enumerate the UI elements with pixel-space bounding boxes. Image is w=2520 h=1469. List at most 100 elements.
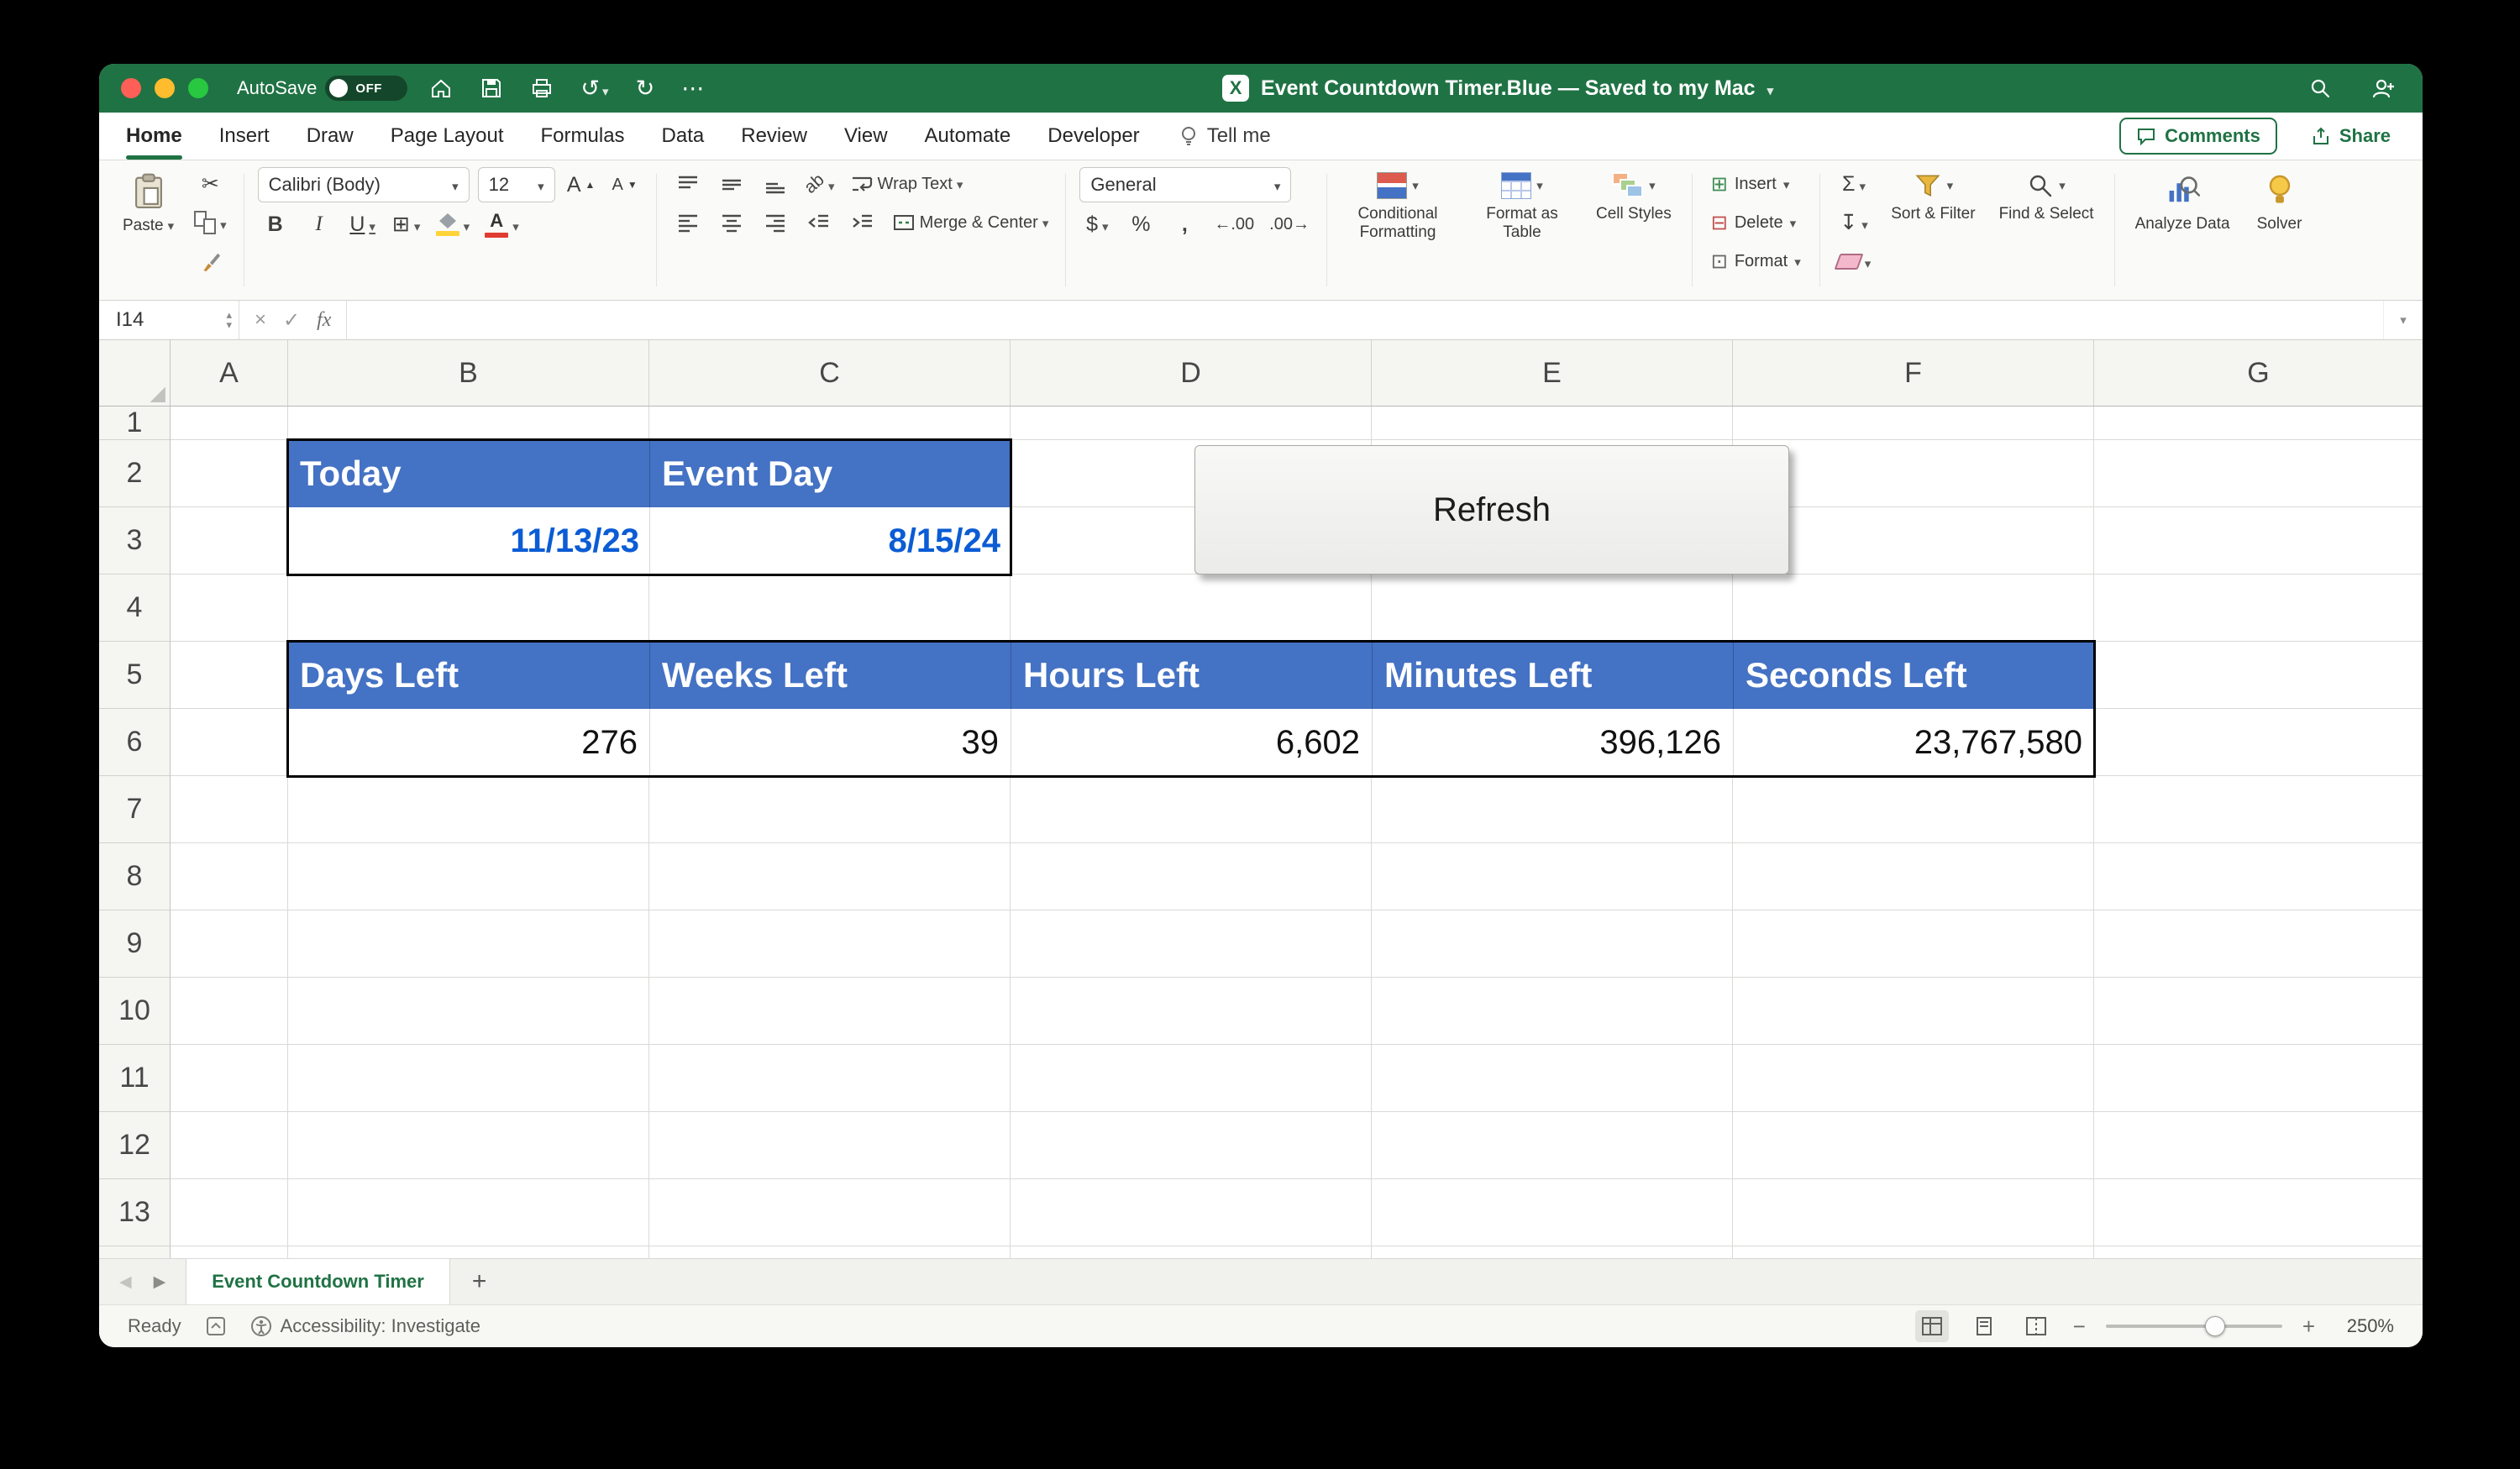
format-cells-button[interactable]: ⊡ Format <box>1706 244 1806 278</box>
borders-button[interactable]: ⊞ <box>389 207 424 241</box>
formula-input[interactable] <box>346 301 2383 339</box>
cell-c3-event-date[interactable]: 8/15/24 <box>649 507 1011 574</box>
bold-button[interactable]: B <box>258 207 293 241</box>
row-header-8[interactable]: 8 <box>99 843 170 910</box>
column-header-E[interactable]: E <box>1372 340 1733 406</box>
cell-d6-hours-left-value[interactable]: 6,602 <box>1011 709 1372 776</box>
row-header-6[interactable]: 6 <box>99 709 170 776</box>
row-header-2[interactable]: 2 <box>99 440 170 507</box>
find-select-button[interactable]: Find & Select <box>1992 167 2101 228</box>
row-header-11[interactable]: 11 <box>99 1045 170 1112</box>
solver-button[interactable]: Solver <box>2250 167 2309 293</box>
ribbon-tab-page-layout[interactable]: Page Layout <box>391 113 504 160</box>
page-break-view-button[interactable] <box>2019 1310 2053 1342</box>
row-header-3[interactable]: 3 <box>99 507 170 574</box>
macro-record-control[interactable] <box>205 1315 227 1337</box>
confirm-entry-icon[interactable]: ✓ <box>283 308 300 333</box>
column-header-G[interactable]: G <box>2094 340 2423 406</box>
underline-button[interactable]: U <box>345 207 381 241</box>
column-header-F[interactable]: F <box>1733 340 2094 406</box>
sort-filter-button[interactable]: Sort & Filter <box>1884 167 1982 228</box>
format-painter-button[interactable] <box>191 244 230 278</box>
autosave-control[interactable]: AutoSave OFF <box>237 76 408 101</box>
align-bottom-button[interactable] <box>758 167 793 201</box>
clear-button[interactable] <box>1834 244 1875 278</box>
insert-function-icon[interactable]: fx <box>317 309 331 332</box>
row-header-5[interactable]: 5 <box>99 642 170 709</box>
insert-cells-button[interactable]: ⊞ Insert <box>1706 167 1806 201</box>
cell-f6-seconds-left-value[interactable]: 23,767,580 <box>1733 709 2094 776</box>
print-button[interactable] <box>525 73 559 103</box>
ribbon-tab-developer[interactable]: Developer <box>1047 113 1139 160</box>
expand-formula-bar-button[interactable] <box>2383 301 2423 339</box>
cell-c2-event-day-header[interactable]: Event Day <box>649 440 1011 507</box>
cell-c5-weeks-left-header[interactable]: Weeks Left <box>649 642 1011 709</box>
document-title-area[interactable]: X Event Countdown Timer.Blue — Saved to … <box>726 75 2270 102</box>
paste-button[interactable]: Paste <box>116 167 181 240</box>
decrease-font-size-button[interactable]: A ▼ <box>607 168 643 202</box>
cell-b2-today-header[interactable]: Today <box>288 440 649 507</box>
font-size-select[interactable]: 12 <box>477 167 555 202</box>
row-header-13[interactable]: 13 <box>99 1179 170 1246</box>
cell-e5-minutes-left-header[interactable]: Minutes Left <box>1372 642 1733 709</box>
align-top-button[interactable] <box>670 167 706 201</box>
increase-font-size-button[interactable]: A ▲ <box>564 168 599 202</box>
zoom-slider-thumb[interactable] <box>2205 1316 2225 1336</box>
decrease-decimal-button[interactable]: .00→ <box>1266 207 1313 241</box>
cell-d5-hours-left-header[interactable]: Hours Left <box>1011 642 1372 709</box>
zoom-in-button[interactable]: + <box>2301 1314 2317 1340</box>
row-header-9[interactable]: 9 <box>99 910 170 978</box>
maximize-window-button[interactable] <box>188 78 208 98</box>
cancel-entry-icon[interactable]: × <box>255 308 266 332</box>
name-box-spinner[interactable]: ▴ ▾ <box>226 309 232 330</box>
row-header-4[interactable]: 4 <box>99 574 170 642</box>
save-button[interactable] <box>475 73 508 103</box>
percent-format-button[interactable]: % <box>1123 207 1158 241</box>
ribbon-tab-review[interactable]: Review <box>741 113 807 160</box>
cut-button[interactable]: ✂ <box>191 167 230 201</box>
column-header-D[interactable]: D <box>1011 340 1372 406</box>
comma-format-button[interactable]: , <box>1167 207 1202 241</box>
ribbon-tab-home[interactable]: Home <box>126 113 182 160</box>
row-header-10[interactable]: 10 <box>99 978 170 1045</box>
ribbon-tab-data[interactable]: Data <box>662 113 705 160</box>
increase-decimal-button[interactable]: ←.00 <box>1210 207 1257 241</box>
close-window-button[interactable] <box>121 78 141 98</box>
column-header-B[interactable]: B <box>288 340 649 406</box>
conditional-formatting-button[interactable]: Conditional Formatting <box>1341 167 1455 248</box>
zoom-level[interactable]: 250% <box>2335 1315 2394 1337</box>
fill-button[interactable]: ↧ <box>1834 206 1875 239</box>
analyze-data-button[interactable]: Analyze Data <box>2129 167 2237 293</box>
autosave-toggle[interactable]: OFF <box>325 76 408 101</box>
tell-me-control[interactable]: Tell me <box>1179 124 1271 148</box>
currency-format-button[interactable]: $ <box>1079 207 1115 241</box>
cell-b3-today-date[interactable]: 11/13/23 <box>288 507 649 574</box>
align-center-button[interactable] <box>714 206 749 239</box>
search-button[interactable] <box>2303 73 2337 103</box>
account-button[interactable] <box>2365 73 2401 103</box>
more-commands-button[interactable]: ⋯ <box>676 73 709 103</box>
ribbon-tab-formulas[interactable]: Formulas <box>541 113 625 160</box>
cell-e6-minutes-left-value[interactable]: 396,126 <box>1372 709 1733 776</box>
refresh-button[interactable]: Refresh <box>1194 445 1789 574</box>
ribbon-tab-automate[interactable]: Automate <box>925 113 1011 160</box>
page-layout-view-button[interactable] <box>1967 1310 2001 1342</box>
cell-b6-days-left-value[interactable]: 276 <box>288 709 649 776</box>
row-header-12[interactable]: 12 <box>99 1112 170 1179</box>
add-sheet-button[interactable]: + <box>450 1259 509 1304</box>
wrap-text-button[interactable]: Wrap Text <box>847 167 967 201</box>
home-quick-button[interactable] <box>424 73 458 103</box>
fill-color-button[interactable] <box>433 207 474 241</box>
decrease-indent-button[interactable] <box>801 206 837 239</box>
redo-button[interactable]: ↻ <box>631 73 660 103</box>
ribbon-tab-draw[interactable]: Draw <box>307 113 354 160</box>
copy-button[interactable] <box>191 206 230 239</box>
format-as-table-button[interactable]: Format as Table <box>1465 167 1579 248</box>
align-middle-button[interactable] <box>714 167 749 201</box>
cell-c6-weeks-left-value[interactable]: 39 <box>649 709 1011 776</box>
minimize-window-button[interactable] <box>155 78 175 98</box>
zoom-out-button[interactable]: − <box>2071 1314 2087 1340</box>
delete-cells-button[interactable]: ⊟ Delete <box>1706 206 1806 239</box>
row-header-1[interactable]: 1 <box>99 407 170 440</box>
share-button[interactable]: Share <box>2306 124 2396 148</box>
